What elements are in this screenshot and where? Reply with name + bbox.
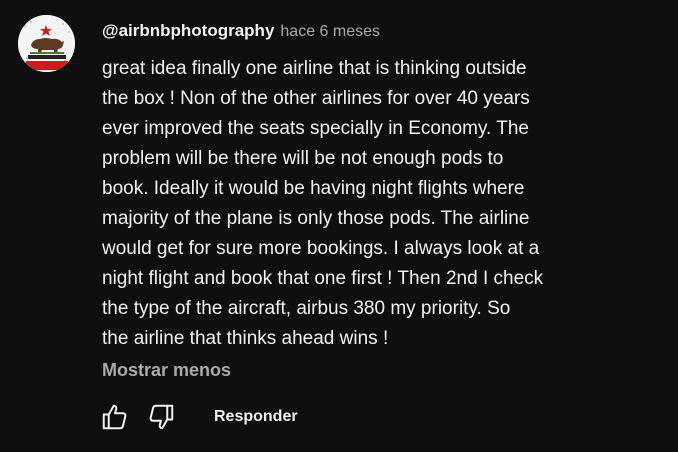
comment-text: great idea finally one airline that is t… — [102, 58, 544, 349]
comment-thread: @airbnbphotography hace 6 meses great id… — [0, 0, 678, 452]
reply-button[interactable]: Responder — [214, 408, 298, 426]
show-less-button[interactable]: Mostrar menos — [102, 360, 231, 381]
comment-header: @airbnbphotography hace 6 meses — [102, 21, 380, 43]
comment-timestamp[interactable]: hace 6 meses — [280, 23, 380, 41]
like-button[interactable] — [98, 400, 132, 434]
comment-actions: Responder — [98, 400, 298, 434]
author-name[interactable]: @airbnbphotography — [102, 21, 274, 41]
thumbs-down-icon — [149, 404, 174, 430]
dislike-button[interactable] — [144, 400, 178, 434]
thumbs-up-icon — [102, 404, 127, 430]
avatar[interactable] — [18, 15, 75, 72]
